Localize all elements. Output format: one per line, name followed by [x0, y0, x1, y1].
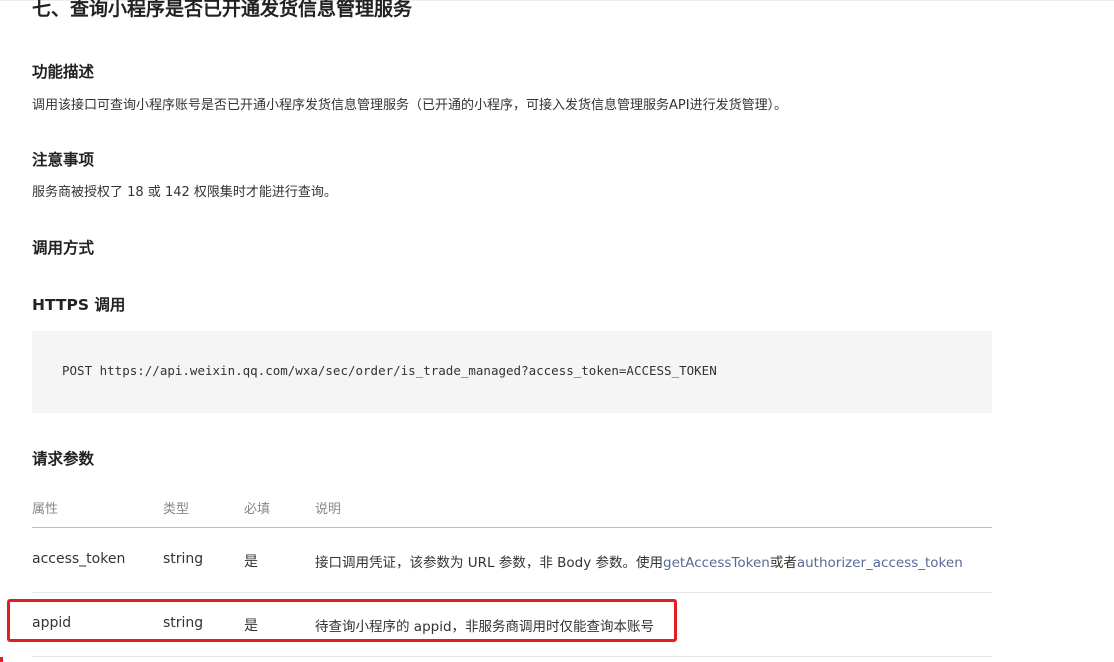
highlight-box: [7, 599, 677, 642]
page-title: 七、查询小程序是否已开通发货信息管理服务: [32, 0, 413, 20]
param-description-text: 接口调用凭证，该参数为 URL 参数，非 Body 参数。使用: [315, 555, 664, 571]
column-header-description: 说明: [315, 502, 342, 517]
https-call-heading: HTTPS 调用: [32, 296, 126, 314]
request-params-heading: 请求参数: [32, 450, 95, 468]
column-header-type: 类型: [163, 502, 190, 517]
notes-text: 服务商被授权了 18 或 142 权限集时才能进行查询。: [32, 185, 337, 200]
get-access-token-link[interactable]: getAccessToken: [663, 555, 770, 571]
column-header-required: 必填: [244, 502, 271, 517]
table-row: access_token string 是 接口调用凭证，该参数为 URL 参数…: [32, 528, 992, 593]
request-url-code[interactable]: POST https://api.weixin.qq.com/wxa/sec/o…: [62, 363, 717, 378]
param-name: access_token: [32, 551, 126, 567]
highlight-edge-mark: [0, 657, 3, 662]
authorizer-access-token-link[interactable]: authorizer_access_token: [797, 555, 963, 571]
function-desc-text: 调用该接口可查询小程序账号是否已开通小程序发货信息管理服务（已开通的小程序，可接…: [32, 98, 788, 113]
code-block[interactable]: POST https://api.weixin.qq.com/wxa/sec/o…: [32, 331, 992, 413]
params-table-header: 属性 类型 必填 说明: [32, 492, 992, 528]
call-method-heading: 调用方式: [32, 239, 95, 257]
param-description-conjunction: 或者: [769, 555, 797, 571]
param-required: 是: [244, 554, 258, 570]
function-desc-heading: 功能描述: [32, 63, 95, 81]
column-header-attribute: 属性: [32, 502, 59, 517]
param-type: string: [163, 551, 204, 567]
param-description: 接口调用凭证，该参数为 URL 参数，非 Body 参数。使用getAccess…: [315, 551, 963, 571]
notes-heading: 注意事项: [32, 151, 95, 169]
